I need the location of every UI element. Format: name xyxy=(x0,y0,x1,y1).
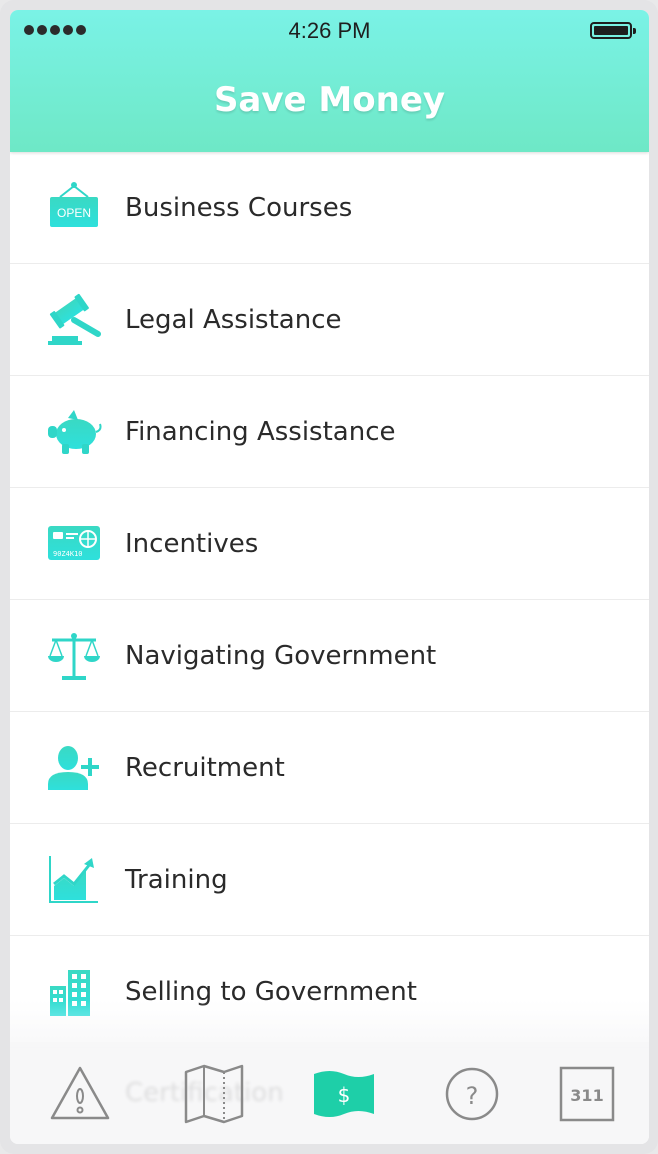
page-title: Save Money xyxy=(213,80,446,120)
scales-icon xyxy=(48,633,100,680)
svg-text:90Z4K10: 90Z4K10 xyxy=(53,550,83,558)
status-bar: 4:26 PM xyxy=(10,10,649,50)
svg-text:OPEN: OPEN xyxy=(57,206,91,220)
menu-item-label: Training xyxy=(125,865,228,895)
navigation-bar: 4:26 PM Save Money xyxy=(10,10,649,152)
menu-item-label: Navigating Government xyxy=(125,641,437,671)
menu-item-navigating-government[interactable]: Navigating Government xyxy=(10,600,649,712)
menu-item-recruitment[interactable]: Recruitment xyxy=(10,712,649,824)
menu-item-financing-assistance[interactable]: Financing Assistance xyxy=(10,376,649,488)
menu-item-training[interactable]: Training xyxy=(10,824,649,936)
svg-text:?: ? xyxy=(466,1082,479,1110)
tab-bar: Certification $ ? 311 xyxy=(10,1042,649,1144)
menu-item-label: Incentives xyxy=(125,529,259,559)
growth-chart-icon xyxy=(49,856,98,903)
app-screen: 4:26 PM Save Money OPEN Business Courses… xyxy=(10,10,649,1144)
menu-item-label: Recruitment xyxy=(125,753,285,783)
device-frame: 4:26 PM Save Money OPEN Business Courses… xyxy=(0,0,658,1154)
menu-item-incentives[interactable]: 90Z4K10 Incentives xyxy=(10,488,649,600)
map-icon[interactable] xyxy=(182,1062,246,1126)
dollar-bill-icon[interactable]: $ xyxy=(312,1062,376,1126)
question-icon[interactable]: ? xyxy=(440,1062,504,1126)
gavel-icon xyxy=(48,293,101,345)
credit-card-icon: 90Z4K10 xyxy=(48,526,100,560)
menu-item-business-courses[interactable]: OPEN Business Courses xyxy=(10,152,649,264)
add-person-icon xyxy=(48,746,99,790)
piggy-bank-icon xyxy=(48,410,102,454)
menu-item-label: Financing Assistance xyxy=(125,417,396,447)
svg-text:$: $ xyxy=(338,1083,351,1107)
svg-text:311: 311 xyxy=(570,1086,603,1105)
battery-icon xyxy=(590,22,636,39)
open-sign-icon: OPEN xyxy=(50,182,98,227)
menu-list: OPEN Business Courses Legal Assistance F… xyxy=(10,152,649,1048)
menu-item-label: Legal Assistance xyxy=(125,305,342,335)
311-icon[interactable]: 311 xyxy=(555,1062,619,1126)
warning-icon[interactable] xyxy=(48,1062,112,1126)
menu-item-label: Business Courses xyxy=(125,193,353,223)
status-time: 4:26 PM xyxy=(288,18,371,43)
menu-item-legal-assistance[interactable]: Legal Assistance xyxy=(10,264,649,376)
